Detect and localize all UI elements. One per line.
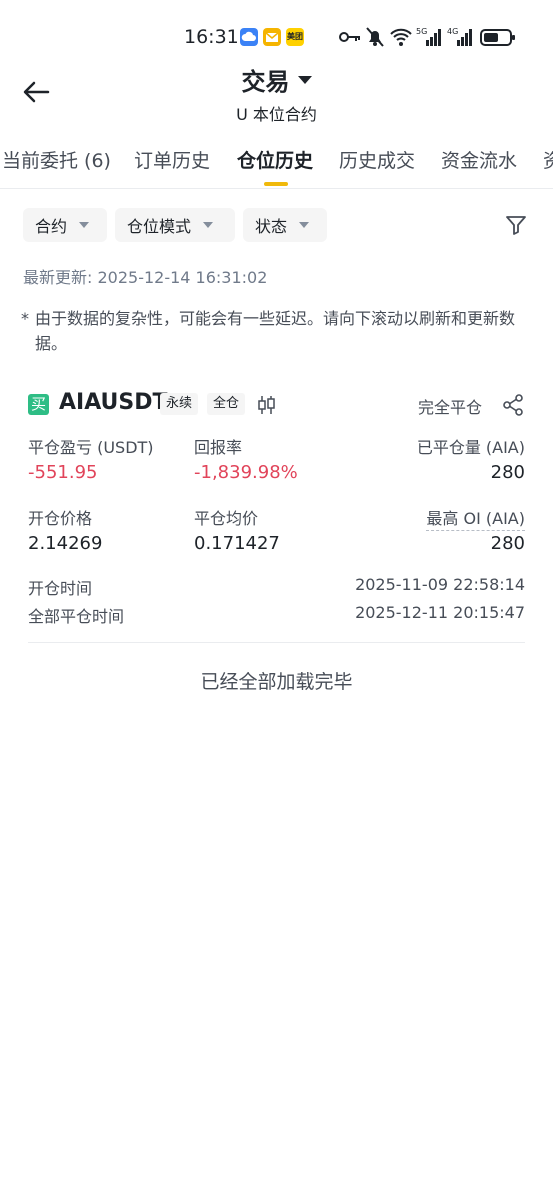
close-time-value: 2025-12-11 20:15:47	[355, 603, 525, 622]
filter-funnel-icon[interactable]	[504, 213, 528, 237]
avg-close-value: 0.171427	[194, 533, 280, 554]
position-status: 完全平仓	[418, 398, 483, 417]
filter-contract-label: 合约	[35, 217, 68, 236]
tab-order-history[interactable]: 订单历史	[134, 146, 210, 173]
buy-side-badge: 买	[28, 394, 49, 415]
tab-trade-history[interactable]: 历史成交	[339, 146, 415, 173]
caret-down-icon	[297, 76, 312, 84]
open-price-label: 开仓价格	[28, 509, 93, 528]
closed-qty-value: 280	[490, 462, 525, 483]
chevron-down-icon	[203, 222, 214, 228]
tab-position-history[interactable]: 仓位历史	[237, 146, 313, 173]
page-title: 交易	[241, 68, 290, 96]
tab-more-truncated[interactable]: 资	[543, 146, 553, 173]
close-time-label: 全部平仓时间	[28, 607, 125, 626]
perpetual-tag: 永续	[160, 393, 199, 415]
cross-margin-tag: 全仓	[207, 393, 246, 415]
max-oi-label[interactable]: 最高 OI (AIA)	[426, 505, 525, 531]
open-price-value: 2.14269	[28, 533, 103, 554]
pnl-value: -551.95	[28, 462, 98, 483]
position-symbol[interactable]: AIAUSDT	[59, 390, 168, 415]
meituan-app-icon: 美团	[286, 28, 304, 46]
share-icon[interactable]	[502, 394, 524, 416]
tab-open-orders[interactable]: 当前委托 (6)	[2, 146, 111, 173]
signal-5g-icon: 5G	[416, 27, 441, 46]
card-divider	[28, 642, 525, 643]
chevron-down-icon	[79, 222, 90, 228]
closed-qty-label: 已平仓量 (AIA)	[416, 438, 525, 457]
tab-funding-flow[interactable]: 资金流水	[441, 146, 517, 173]
chevron-down-icon	[299, 222, 310, 228]
page-subtitle: U 本位合约	[236, 105, 317, 124]
cloud-app-icon	[240, 28, 258, 46]
filter-position-mode-label: 仓位模式	[127, 217, 192, 236]
history-tabs: 当前委托 (6) 订单历史 仓位历史 历史成交 资金流水 资	[0, 146, 553, 186]
filter-position-mode[interactable]: 仓位模式	[115, 208, 235, 242]
max-oi-value: 280	[490, 533, 525, 554]
open-time-value: 2025-11-09 22:58:14	[355, 575, 525, 594]
page-title-dropdown[interactable]: 交易	[0, 62, 553, 97]
candlestick-chart-icon[interactable]	[257, 394, 277, 416]
last-updated-text: 最新更新: 2025-12-14 16:31:02	[23, 268, 268, 287]
wifi-icon	[390, 28, 412, 46]
status-time: 16:31	[184, 26, 239, 48]
open-time-label: 开仓时间	[28, 579, 93, 598]
tab-divider	[0, 188, 553, 189]
filter-status[interactable]: 状态	[243, 208, 327, 242]
mail-app-icon	[263, 28, 281, 46]
roi-label: 回报率	[194, 438, 243, 457]
svg-text:4G: 4G	[447, 27, 458, 36]
filter-contract[interactable]: 合约	[23, 208, 107, 242]
notice-text: 由于数据的复杂性，可能会有一些延迟。请向下滚动以刷新和更新数据。	[35, 309, 516, 353]
silent-bell-icon	[366, 27, 384, 47]
signal-4g-icon: 4G	[447, 27, 472, 46]
avg-close-label: 平仓均价	[194, 509, 259, 528]
active-tab-indicator	[264, 182, 288, 186]
filter-status-label: 状态	[255, 217, 288, 236]
notice-asterisk: *	[21, 309, 29, 328]
roi-value: -1,839.98%	[194, 462, 298, 483]
pnl-label: 平仓盈亏 (USDT)	[28, 438, 154, 457]
battery-icon	[480, 29, 515, 46]
svg-text:5G: 5G	[416, 27, 427, 36]
end-of-list-text: 已经全部加载完毕	[200, 671, 353, 693]
key-icon	[339, 32, 360, 42]
